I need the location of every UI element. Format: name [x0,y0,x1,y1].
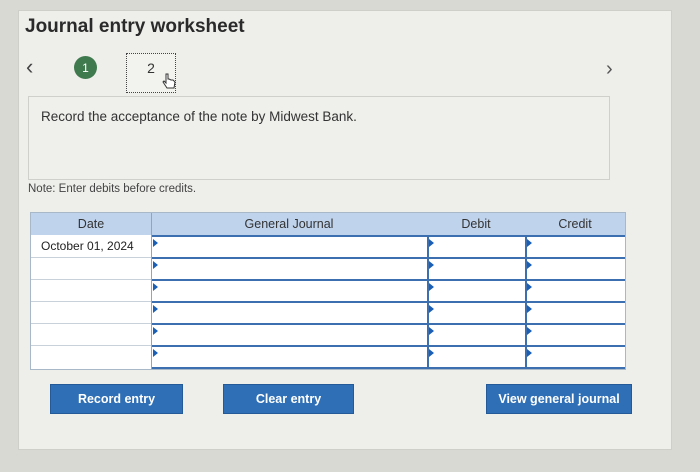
account-field[interactable] [152,345,427,369]
credit-field[interactable] [525,279,625,301]
debit-field[interactable] [427,345,525,369]
debit-field[interactable] [427,301,525,323]
credit-field[interactable] [525,257,625,279]
chevron-right-icon[interactable]: › [606,58,613,81]
credit-field[interactable] [525,345,625,369]
header-credit: Credit [525,213,625,235]
account-field[interactable] [152,323,427,345]
credit-field[interactable] [525,235,625,257]
journal-entry-table: Date General Journal Debit Credit Octobe… [30,212,626,370]
instruction-text: Record the acceptance of the note by Mid… [41,109,357,124]
credit-field[interactable] [525,323,625,345]
note-text: Note: Enter debits before credits. [28,183,197,195]
hand-cursor-icon [162,73,176,89]
header-general-journal: General Journal [151,213,427,235]
debit-field[interactable] [427,323,525,345]
account-field[interactable] [152,301,427,323]
date-cell: October 01, 2024 [41,239,134,253]
instruction-box: Record the acceptance of the note by Mid… [28,96,610,180]
credit-field[interactable] [525,301,625,323]
debit-field[interactable] [427,235,525,257]
account-field[interactable] [152,279,427,301]
view-general-journal-button[interactable]: View general journal [486,384,632,414]
account-field[interactable] [152,257,427,279]
step-1-badge[interactable]: 1 [74,56,97,79]
record-entry-button[interactable]: Record entry [50,384,183,414]
account-field[interactable] [152,235,427,257]
chevron-left-icon[interactable]: ‹ [26,54,33,80]
debit-field[interactable] [427,257,525,279]
debit-field[interactable] [427,279,525,301]
page-title: Journal entry worksheet [25,16,245,37]
header-date: Date [31,213,151,235]
header-debit: Debit [427,213,525,235]
clear-entry-button[interactable]: Clear entry [223,384,354,414]
